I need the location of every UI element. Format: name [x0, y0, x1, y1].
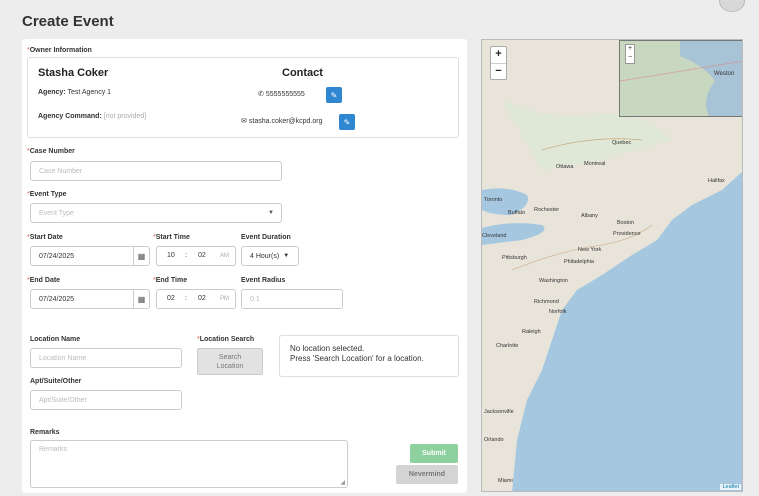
page-title: Create Event — [22, 13, 114, 30]
end-time-label: *End Time — [153, 277, 188, 284]
event-duration-select[interactable]: 4 Hour(s) ▼ — [241, 246, 299, 266]
email-line: ✉ stasha.coker@kcpd.org — [241, 117, 323, 126]
event-type-select[interactable]: Event Type — [30, 203, 282, 223]
edit-phone-button[interactable]: ✎ — [326, 87, 342, 103]
calendar-icon[interactable]: ▦ — [133, 246, 149, 266]
map-label-buffalo: Buffalo — [508, 210, 526, 216]
minimap-zoom-control: + − — [625, 44, 635, 64]
map-label-cleveland: Cleveland — [482, 233, 507, 239]
map-label-ottawa: Ottawa — [556, 164, 574, 170]
map-label-norfolk: Norfolk — [549, 309, 567, 315]
end-minute: 02 — [198, 295, 206, 302]
owner-info-box: Stasha Coker Contact Agency: Test Agency… — [27, 57, 459, 138]
event-duration-label: Event Duration — [241, 234, 291, 241]
minimap[interactable]: + − Weston — [619, 40, 742, 117]
map-label-raleigh: Raleigh — [522, 329, 541, 335]
remarks-textarea[interactable]: Remarks ◢ — [30, 440, 348, 488]
envelope-icon: ✉ — [241, 118, 247, 125]
map-label-orlando: Orlando — [484, 437, 504, 443]
apt-input[interactable]: Apt/Suite/Other — [30, 390, 182, 410]
phone-icon: ✆ — [258, 91, 264, 98]
start-minute: 02 — [198, 252, 206, 259]
end-date-input[interactable]: 07/24/2025 — [30, 289, 150, 309]
minimap-zoom-out-button[interactable]: − — [626, 54, 634, 63]
owner-name: Stasha Coker — [38, 67, 109, 79]
location-status-line2: Press 'Search Location' for a location. — [290, 354, 424, 363]
submit-button[interactable]: Submit — [410, 444, 458, 463]
phone-value: 5555555555 — [265, 90, 305, 98]
map-label-rochester: Rochester — [534, 207, 560, 213]
end-hour: 02 — [167, 295, 175, 302]
agency-command-line: Agency Command: [not provided] — [38, 113, 147, 120]
map-label-washington: Washington — [539, 278, 568, 284]
calendar-icon[interactable]: ▦ — [133, 289, 149, 309]
zoom-in-button[interactable]: + — [491, 47, 506, 63]
start-ampm: AM — [220, 253, 229, 259]
case-number-input[interactable]: Case Number — [30, 161, 282, 181]
map-label-philadelphia: Philadelphia — [564, 259, 594, 265]
map-label-boston: Boston — [617, 220, 635, 226]
map-label-toronto: Toronto — [484, 197, 503, 203]
map-label-jacksonville: Jacksonville — [484, 409, 514, 415]
owner-information-label: *Owner Information — [27, 47, 92, 54]
resize-grip-icon[interactable]: ◢ — [340, 479, 345, 486]
start-time-label: *Start Time — [153, 234, 190, 241]
location-name-input[interactable]: Location Name — [30, 348, 182, 368]
leaflet-attribution-link[interactable]: Leaflet — [720, 484, 741, 490]
end-date-label: *End Date — [27, 277, 61, 284]
location-status-line1: No location selected. — [290, 344, 365, 353]
end-ampm: PM — [220, 296, 229, 302]
pencil-icon: ✎ — [330, 90, 338, 100]
agency-line: Agency: Test Agency 1 — [38, 89, 112, 96]
event-radius-input[interactable]: 0.1 — [241, 289, 343, 309]
event-radius-label: Event Radius — [241, 277, 286, 284]
map-label-albany: Albany — [581, 213, 598, 219]
minimap-tiles — [620, 41, 742, 116]
map-label-charlotte: Charlotte — [496, 343, 519, 349]
map-label-montreal: Montreal — [584, 161, 606, 167]
minimap-zoom-in-button[interactable]: + — [626, 45, 634, 54]
apt-label: Apt/Suite/Other — [30, 378, 82, 385]
contact-title: Contact — [282, 67, 323, 79]
map-label-pittsburgh: Pittsburgh — [502, 255, 527, 261]
email-value: stasha.coker@kcpd.org — [248, 117, 323, 125]
map-label-new-york: New York — [578, 247, 602, 253]
map-label-quebec: Quebec — [612, 140, 632, 146]
map-label-richmond: Richmond — [534, 299, 559, 305]
start-date-label: *Start Date — [27, 234, 63, 241]
map-label-providence: Providence — [613, 231, 641, 237]
search-location-button[interactable]: Search Location — [197, 348, 263, 375]
zoom-control: + − — [490, 46, 507, 80]
location-name-label: Location Name — [30, 336, 81, 343]
map[interactable]: + − + − Weston Ottawa Montreal Toronto B… — [481, 39, 743, 492]
start-hour: 10 — [167, 252, 175, 259]
time-separator: : — [185, 295, 187, 302]
event-type-label: *Event Type — [27, 191, 67, 198]
time-separator: : — [185, 252, 187, 259]
start-date-input[interactable]: 07/24/2025 — [30, 246, 150, 266]
location-status-box: No location selected. Press 'Search Loca… — [279, 335, 459, 377]
nevermind-button[interactable]: Nevermind — [396, 465, 458, 484]
corner-button[interactable] — [719, 0, 745, 12]
zoom-out-button[interactable]: − — [491, 63, 506, 79]
start-time-input[interactable]: 10 : 02 AM — [156, 246, 236, 266]
case-number-label: *Case Number — [27, 148, 75, 155]
end-time-input[interactable]: 02 : 02 PM — [156, 289, 236, 309]
chevron-down-icon: ▼ — [283, 253, 290, 259]
remarks-label: Remarks — [30, 429, 60, 436]
map-label-miami: Miami — [498, 478, 513, 484]
map-label-halifax: Halifax — [708, 178, 725, 184]
pencil-icon: ✎ — [343, 117, 351, 127]
minimap-label: Weston — [714, 71, 735, 77]
create-event-form: *Owner Information Stasha Coker Contact … — [22, 39, 467, 493]
location-search-label: *Location Search — [197, 336, 255, 343]
phone-line: ✆ 5555555555 — [258, 90, 305, 99]
edit-email-button[interactable]: ✎ — [339, 114, 355, 130]
chevron-down-icon: ▼ — [268, 210, 274, 216]
